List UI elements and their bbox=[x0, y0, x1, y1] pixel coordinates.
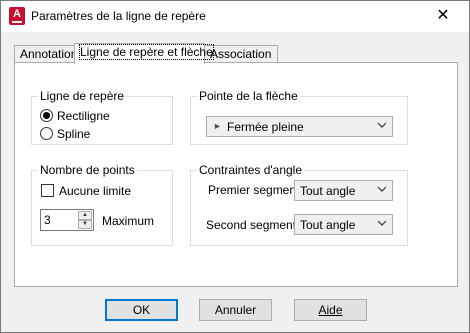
num-points-group-title: Nombre de points bbox=[38, 163, 137, 177]
leader-line-group: Ligne de repère Rectiligne Spline bbox=[31, 89, 173, 145]
close-icon[interactable]: ✕ bbox=[433, 7, 453, 27]
num-points-group: Nombre de points Aucune limite 3 ▲ ▼ Max… bbox=[31, 163, 173, 246]
second-segment-value: Tout angle bbox=[300, 218, 356, 232]
tab-annotation[interactable]: Annotation bbox=[14, 45, 78, 63]
angle-constraints-group-title: Contraintes d'angle bbox=[197, 163, 305, 177]
radio-spline-label: Spline bbox=[57, 127, 91, 141]
chevron-down-icon bbox=[378, 220, 386, 226]
dialog-window: A Paramètres de la ligne de repère ✕ Ann… bbox=[0, 0, 470, 333]
app-icon-letter: A bbox=[13, 8, 21, 20]
spinner-buttons: ▲ ▼ bbox=[78, 211, 92, 229]
arrowhead-group-title: Pointe de la flèche bbox=[197, 89, 300, 103]
radio-spline[interactable]: Spline bbox=[40, 126, 150, 142]
leader-line-group-title: Ligne de repère bbox=[38, 89, 127, 103]
help-button-label: Aide bbox=[318, 303, 343, 317]
no-limit-checkbox-box[interactable] bbox=[41, 184, 54, 197]
cancel-button[interactable]: Annuler bbox=[199, 299, 272, 321]
window-title: Paramètres de la ligne de repère bbox=[31, 9, 206, 23]
autocad-app-icon: A bbox=[9, 7, 25, 25]
second-segment-label: Second segment: bbox=[206, 218, 300, 232]
tab-association[interactable]: Association bbox=[204, 45, 278, 63]
chevron-down-icon bbox=[378, 122, 386, 128]
title-bar: A Paramètres de la ligne de repère ✕ bbox=[1, 1, 469, 32]
ok-button[interactable]: OK bbox=[105, 299, 178, 321]
first-segment-label: Premier segment: bbox=[208, 183, 303, 197]
radio-straight-button[interactable] bbox=[40, 109, 53, 122]
second-segment-select[interactable]: Tout angle bbox=[294, 214, 393, 235]
maximum-label: Maximum bbox=[102, 214, 155, 228]
radio-straight-label: Rectiligne bbox=[57, 109, 110, 123]
tab-panel: Ligne de repère Rectiligne Spline Pointe… bbox=[14, 62, 458, 287]
tab-leader-arrow[interactable]: Ligne de repère et flèche bbox=[74, 43, 214, 64]
radio-spline-button[interactable] bbox=[40, 127, 53, 140]
chevron-down-icon bbox=[378, 186, 386, 192]
arrowhead-select[interactable]: ► Fermée pleine bbox=[206, 116, 393, 137]
angle-constraints-group: Contraintes d'angle Premier segment: Tou… bbox=[190, 163, 408, 246]
max-points-spinner[interactable]: 3 ▲ ▼ bbox=[40, 209, 94, 231]
filled-arrow-icon: ► bbox=[213, 121, 222, 131]
help-button[interactable]: Aide bbox=[294, 299, 367, 321]
spinner-down-icon[interactable]: ▼ bbox=[78, 220, 92, 229]
tab-association-label: Association bbox=[210, 47, 272, 61]
arrowhead-group: Pointe de la flèche ► Fermée pleine bbox=[190, 89, 408, 145]
arrowhead-selected-value: Fermée pleine bbox=[227, 120, 304, 134]
tab-leader-arrow-label: Ligne de repère et flèche bbox=[79, 44, 214, 60]
tab-annotation-label: Annotation bbox=[20, 47, 78, 61]
first-segment-select[interactable]: Tout angle bbox=[294, 180, 393, 201]
spinner-up-icon[interactable]: ▲ bbox=[78, 211, 92, 220]
no-limit-label: Aucune limite bbox=[59, 184, 132, 198]
radio-straight[interactable]: Rectiligne bbox=[40, 108, 150, 124]
max-points-value[interactable]: 3 bbox=[44, 213, 51, 227]
no-limit-checkbox[interactable]: Aucune limite bbox=[41, 183, 151, 199]
first-segment-value: Tout angle bbox=[300, 184, 356, 198]
